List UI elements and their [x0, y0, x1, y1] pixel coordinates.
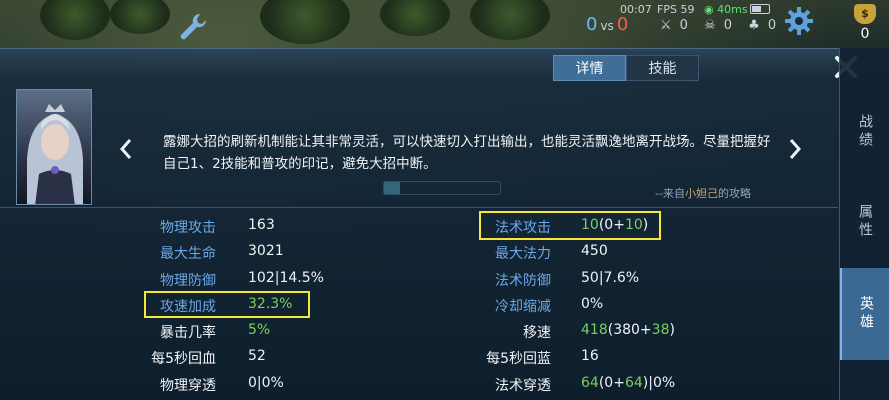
tab-details[interactable]: 详情	[553, 55, 626, 81]
stat-label-magic-defense: 法术防御	[495, 273, 551, 289]
tree-foliage	[470, 0, 550, 40]
blue-score: 0	[586, 14, 598, 35]
side-tab-bar: 战绩 属性 英雄	[839, 48, 889, 400]
stat-value-crit-chance: 5%	[248, 322, 271, 338]
magic-attack-bonus: 10	[624, 217, 643, 233]
team-score: 0 vs 0	[586, 14, 628, 35]
stat-value-physical-attack: 163	[248, 217, 275, 233]
magic-attack-base: (0+	[598, 217, 625, 233]
next-arrow[interactable]	[787, 137, 803, 161]
stat-label-physical-defense: 物理防御	[160, 273, 216, 289]
hero-portrait	[16, 89, 92, 205]
stat-label-physical-pen: 物理穿透	[160, 378, 216, 394]
source-author[interactable]: 小妲己	[685, 187, 718, 200]
strategy-source: --来自小妲己的攻略	[655, 185, 751, 201]
stat-value-magic-attack: 10(0+10)	[581, 217, 648, 233]
stat-label-magic-attack: 法术攻击	[495, 220, 551, 236]
stat-label-attack-speed: 攻速加成	[160, 299, 216, 315]
stat-label-max-mana: 最大法力	[495, 246, 551, 262]
assist-icon: ♣	[748, 18, 764, 33]
stat-label-magic-pen: 法术穿透	[495, 378, 551, 394]
move-speed-total: 418	[581, 322, 608, 338]
stat-value-mana-regen: 16	[581, 348, 599, 364]
hero-portrait-art	[27, 104, 83, 204]
previous-arrow[interactable]	[118, 137, 134, 161]
vs-label: vs	[600, 19, 614, 33]
stat-value-physical-defense: 102|14.5%	[248, 270, 324, 286]
stat-value-max-mana: 450	[581, 243, 608, 259]
stat-value-max-hp: 3021	[248, 243, 284, 259]
stat-label-mana-regen: 每5秒回蓝	[486, 351, 551, 367]
tab-skills[interactable]: 技能	[626, 55, 699, 81]
magic-pen-total: 64	[581, 375, 599, 391]
sword-icon: ⚔	[660, 18, 676, 33]
magic-pen-close: )|0%	[642, 375, 676, 391]
divider	[0, 207, 838, 208]
tree-foliage	[110, 0, 170, 34]
side-tab-attributes[interactable]: 属性	[840, 174, 889, 270]
stat-label-max-hp: 最大生命	[160, 246, 216, 262]
stat-label-cooldown-reduction: 冷却缩减	[495, 299, 551, 315]
progress-fill	[384, 182, 401, 194]
ping-value: 40ms	[717, 3, 748, 16]
stat-label-hp-regen: 每5秒回血	[151, 351, 216, 367]
deaths-count: 0	[723, 18, 737, 33]
kda-row: ⚔ 0 ☠ 0 ♣ 0	[660, 18, 784, 33]
stat-value-magic-pen: 64(0+64)|0%	[581, 375, 675, 391]
assists-count: 0	[767, 18, 781, 33]
stat-label-move-speed: 移速	[523, 325, 551, 341]
progress-track	[383, 181, 501, 195]
move-speed-base: (380+	[607, 322, 652, 338]
skull-icon: ☠	[704, 18, 720, 33]
wifi-icon: ◉ 40ms	[704, 3, 748, 16]
gear-icon[interactable]	[783, 5, 815, 37]
detail-tabs: 详情 技能	[553, 55, 699, 81]
stat-label-physical-attack: 物理攻击	[160, 220, 216, 236]
tree-foliage	[260, 0, 350, 44]
side-tab-hero[interactable]: 英雄	[840, 268, 889, 360]
gold-display[interactable]: $ 0	[848, 4, 882, 42]
stat-value-attack-speed: 32.3%	[248, 296, 293, 312]
magic-attack-close: )	[642, 217, 649, 233]
magic-pen-bonus: 64	[624, 375, 643, 391]
money-bag-icon: $	[854, 4, 876, 24]
move-speed-close: )	[669, 322, 675, 338]
side-tab-record[interactable]: 战绩	[840, 84, 889, 180]
stat-value-physical-pen: 0|0%	[248, 375, 284, 391]
gold-value: 0	[860, 26, 870, 42]
fps-counter: FPS 59	[657, 3, 695, 16]
move-speed-bonus: 38	[651, 322, 670, 338]
battery-icon	[750, 4, 770, 14]
stat-value-magic-defense: 50|7.6%	[581, 270, 640, 286]
tree-foliage	[380, 0, 450, 36]
stat-value-hp-regen: 52	[248, 348, 266, 364]
stat-value-move-speed: 418(380+38)	[581, 322, 675, 338]
stat-label-crit-chance: 暴击几率	[160, 325, 216, 341]
wrench-icon[interactable]	[176, 10, 210, 44]
stat-value-cooldown-reduction: 0%	[581, 296, 604, 312]
red-score: 0	[616, 14, 629, 35]
kills-count: 0	[679, 18, 692, 33]
source-suffix: 的攻略	[717, 187, 751, 200]
hero-description: 露娜大招的刷新机制能让其非常灵活，可以快速切入打出输出，也能灵活飘逸地离开战场。…	[163, 134, 771, 172]
magic-attack-total: 10	[581, 217, 599, 233]
source-prefix: --来自	[655, 187, 685, 200]
tree-foliage	[40, 0, 110, 40]
magic-pen-base: (0+	[598, 375, 625, 391]
